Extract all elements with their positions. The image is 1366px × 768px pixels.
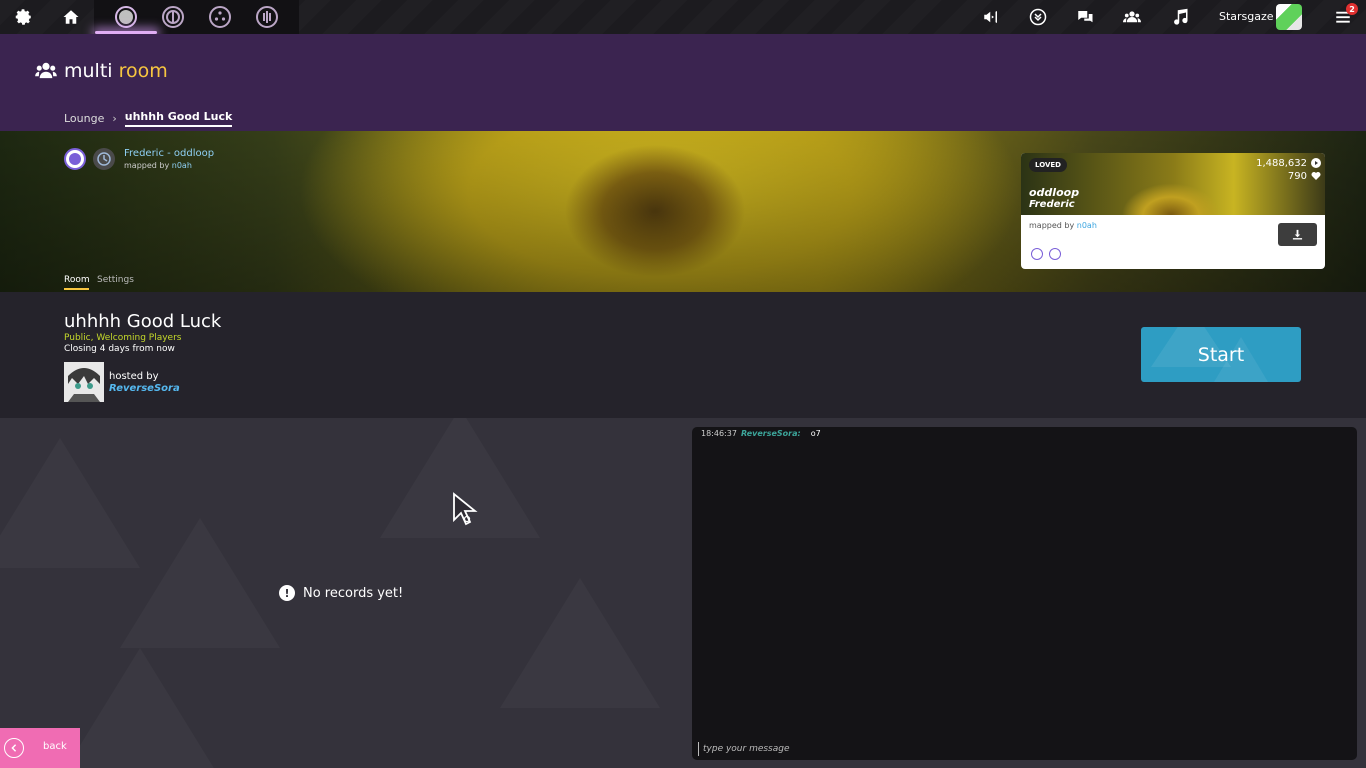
page-title-accent: room (118, 60, 168, 82)
breadcrumb-current-room[interactable]: uhhhh Good Luck (124, 110, 233, 127)
breadcrumb-lounge[interactable]: Lounge (64, 112, 104, 125)
tab-settings[interactable]: Settings (97, 275, 134, 285)
chat-button[interactable] (1061, 0, 1108, 34)
user-avatar[interactable] (1276, 4, 1302, 30)
start-button[interactable]: Start (1141, 327, 1301, 382)
toolbar: Starsgaze 2 (0, 0, 1366, 34)
beatmap-card[interactable]: LOVED 1,488,632 790 oddloop Frederic map… (1021, 153, 1325, 269)
beatmap-artist: Frederic (1029, 199, 1075, 210)
news-icon (983, 11, 997, 23)
song-title-artist[interactable]: Frederic - oddloop (124, 148, 214, 159)
heart-icon (1311, 172, 1321, 180)
play-count: 1,488,632 (1256, 158, 1307, 169)
chat-icon (1077, 11, 1092, 23)
tab-room[interactable]: Room (64, 275, 90, 285)
bg-triangle-5 (60, 648, 220, 768)
page-header: multi room Lounge › uhhhh Good Luck (0, 34, 1366, 131)
beatmap-listing-icon (1029, 8, 1046, 26)
social-icon (1122, 11, 1141, 23)
chevron-left-glyph (11, 744, 17, 752)
ruleset-osu-button[interactable] (102, 0, 149, 34)
mapped-by-label: mapped by (124, 161, 172, 170)
download-button[interactable] (1278, 223, 1317, 246)
mouse-cursor-icon (453, 492, 478, 526)
mapper-link[interactable]: n0ah (172, 161, 192, 170)
status-badge: LOVED (1029, 158, 1067, 172)
beatmap-title: oddloop (1029, 186, 1080, 199)
leaderboard-empty-text: No records yet! (303, 585, 404, 601)
bg-triangle-1 (0, 438, 140, 568)
difficulty-icon[interactable] (64, 148, 86, 170)
notification-badge: 2 (1346, 3, 1358, 15)
page-title: multi room (64, 60, 168, 82)
bg-triangle-2 (120, 518, 280, 648)
settings-icon (15, 9, 31, 25)
host-name-link[interactable]: ReverseSora (109, 383, 180, 394)
download-icon (1292, 229, 1303, 240)
home-icon (63, 10, 78, 24)
ruleset-mania-icon (255, 6, 278, 28)
chat-input[interactable] (698, 742, 1348, 756)
favourite-count: 790 (1287, 171, 1307, 182)
room-closing-time: Closing 4 days from now (64, 344, 175, 354)
beatmap-listing-button[interactable] (1014, 0, 1061, 34)
chat-text: o7 (810, 429, 821, 438)
back-button[interactable]: back (0, 728, 80, 768)
leaderboard-empty: ! No records yet! (279, 585, 403, 601)
home-button[interactable] (47, 0, 94, 34)
ruleset-taiko-icon (161, 6, 184, 28)
breadcrumb: Lounge › uhhhh Good Luck (64, 110, 233, 127)
ruleset-catch-button[interactable] (196, 0, 243, 34)
music-button[interactable] (1156, 0, 1203, 34)
chat-username[interactable]: ReverseSora: (741, 429, 801, 438)
exclamation-icon: ! (279, 585, 295, 601)
back-label: back (43, 741, 67, 752)
clock-icon (93, 148, 115, 170)
clock-glyph (97, 152, 111, 166)
room-type: Public, Welcoming Players (64, 333, 182, 343)
bg-triangle-4 (500, 578, 660, 708)
ruleset-catch-icon (208, 6, 231, 28)
difficulty-inner (69, 153, 81, 165)
beatmap-mapper-link[interactable]: n0ah (1077, 221, 1097, 230)
beatmap-mapped-by-label: mapped by (1029, 221, 1077, 230)
news-button[interactable] (967, 0, 1014, 34)
host-avatar[interactable] (64, 362, 104, 402)
chevron-left-icon (4, 738, 24, 758)
music-icon (1173, 8, 1188, 25)
difficulty-dot-1[interactable] (1031, 248, 1043, 260)
start-button-label: Start (1197, 343, 1245, 366)
chat-message: 18:46:37 ReverseSora: o7 (701, 429, 821, 438)
ruleset-mania-button[interactable] (243, 0, 290, 34)
chevron-right-icon: › (112, 112, 117, 125)
room-name: uhhhh Good Luck (64, 311, 222, 332)
users-icon (35, 62, 57, 79)
ruleset-osu-icon (114, 6, 137, 28)
settings-button[interactable] (0, 0, 47, 34)
difficulty-dot-2[interactable] (1049, 248, 1061, 260)
room-info-panel: uhhhh Good Luck Public, Welcoming Player… (0, 292, 1366, 418)
username[interactable]: Starsgaze (1219, 10, 1274, 23)
play-count-icon (1311, 158, 1321, 168)
tab-room-underline (64, 288, 89, 290)
ruleset-taiko-button[interactable] (149, 0, 196, 34)
chat-panel: 18:46:37 ReverseSora: o7 (692, 427, 1357, 760)
page-title-main: multi (64, 60, 119, 82)
social-button[interactable] (1108, 0, 1155, 34)
beatmap-mapped-by: mapped by n0ah (1029, 221, 1097, 230)
menu-button[interactable] (1319, 0, 1366, 34)
hosted-by-label: hosted by (109, 371, 159, 382)
host-avatar-image (64, 362, 104, 402)
chat-timestamp: 18:46:37 (701, 429, 737, 438)
mapped-by: mapped by n0ah (124, 161, 192, 170)
